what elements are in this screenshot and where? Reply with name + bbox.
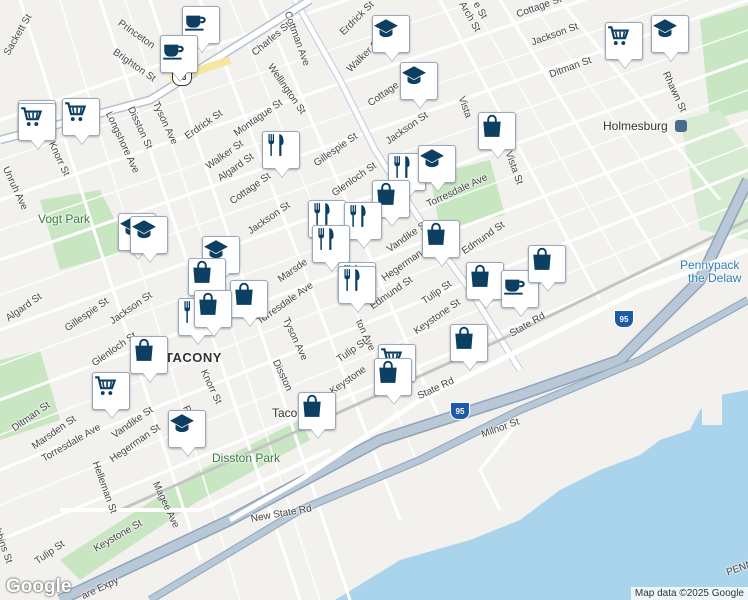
bag-pin[interactable] [194,290,232,328]
bag-pin[interactable] [130,336,168,374]
restaurant-pin[interactable] [312,225,350,263]
bag-pin[interactable] [230,280,268,318]
bag-pin[interactable] [422,220,460,258]
label-holmesburg: Holmesburg [603,119,668,133]
restaurant-pin[interactable] [262,131,300,169]
cart-pin[interactable] [62,98,100,136]
bag-pin[interactable] [478,112,516,150]
school-pin[interactable] [372,15,410,53]
google-logo: Google [6,576,72,597]
school-pin[interactable] [651,15,689,53]
train-station-icon [675,120,687,132]
map-attribution[interactable]: Map data ©2025 Google [630,587,748,600]
restaurant-pin[interactable] [338,266,376,304]
i95-shield: 95 [450,402,470,420]
label-pennypack2: the Delaw [688,271,742,285]
label-pennypack1: Pennypack [680,258,740,272]
school-pin[interactable] [168,410,206,448]
bag-pin[interactable] [528,245,566,283]
school-pin[interactable] [400,62,438,100]
i95-shield-east: 95 [614,310,634,328]
cart-pin[interactable] [605,22,643,60]
map[interactable]: Sackett St Princeton Brighton St Charles… [0,0,748,600]
school-pin[interactable] [418,145,456,183]
label-taco: Taco [272,406,298,420]
bag-pin[interactable] [298,392,336,430]
bag-pin[interactable] [374,358,412,396]
cart-pin[interactable] [18,103,56,141]
coffee-pin[interactable] [160,35,198,73]
bag-pin[interactable] [466,262,504,300]
cart-pin[interactable] [92,372,130,410]
school-pin[interactable] [130,216,168,254]
bag-pin[interactable] [450,324,488,362]
label-tacony: TACONY [165,350,222,365]
label-disston-park: Disston Park [212,451,281,465]
label-vogt-park: Vogt Park [38,212,91,226]
